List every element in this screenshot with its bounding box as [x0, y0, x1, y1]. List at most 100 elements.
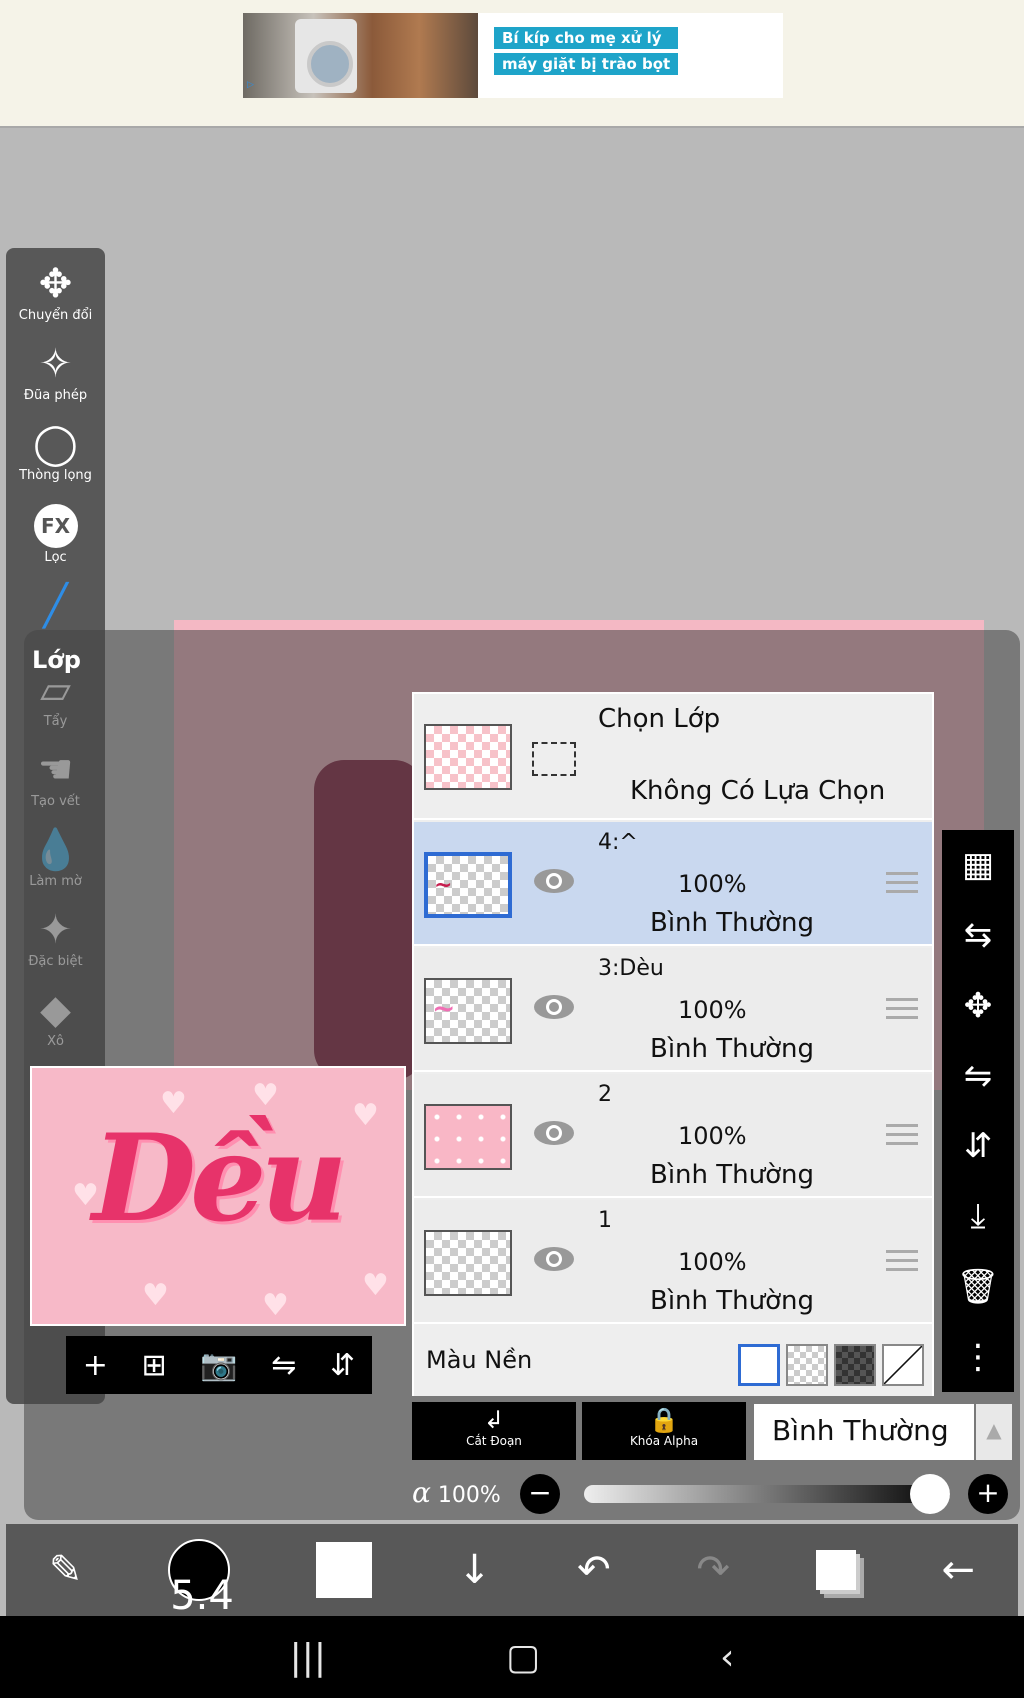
preview-lettering: Dều: [92, 1108, 348, 1249]
tool-label: Lọc: [44, 550, 67, 565]
layer-blend-mode: Bình Thường: [650, 1160, 815, 1190]
drag-handle-icon[interactable]: [886, 872, 918, 899]
selection-title: Chọn Lớp: [598, 704, 721, 734]
undo-icon[interactable]: ↶: [577, 1547, 611, 1593]
blend-mode-select[interactable]: Bình Thường: [754, 1404, 974, 1460]
ad-image: ▷: [243, 13, 478, 98]
alpha-symbol: α: [412, 1476, 431, 1509]
thumb-art: ~: [434, 872, 453, 898]
bg-none-swatch[interactable]: [882, 1344, 924, 1386]
layer-thumbnail: ~: [424, 978, 512, 1044]
alpha-readout: α 100%: [412, 1476, 501, 1509]
layer-row-1[interactable]: 1 100% Bình Thường: [414, 1200, 932, 1324]
ad-text: Bí kíp cho mẹ xử lý máy giặt bị trào bọt: [478, 13, 679, 98]
tool-transform[interactable]: ✥ Chuyển đổi: [6, 262, 105, 323]
background-color-row: Màu Nền: [414, 1328, 932, 1396]
layer-name: 4:^: [598, 830, 638, 855]
clipping-button[interactable]: ↲ Cắt Đoạn: [412, 1402, 576, 1460]
visibility-eye-icon[interactable]: [532, 992, 576, 1022]
swap-layer-icon[interactable]: ⇆: [964, 915, 993, 955]
chevron-up-icon[interactable]: ▲: [976, 1404, 1012, 1460]
alpha-lock-label: Khóa Alpha: [629, 1434, 699, 1448]
system-navigation-bar: ||| ▢ ‹: [0, 1616, 1024, 1698]
lock-icon: 🔒: [649, 1406, 679, 1434]
brush-icon: ╱: [43, 583, 68, 629]
clip-label: Cắt Đoạn: [466, 1434, 522, 1448]
color-swatch[interactable]: [316, 1542, 372, 1598]
layer-thumbnail: ~: [424, 852, 512, 918]
opacity-slider[interactable]: [584, 1485, 950, 1503]
tool-brush[interactable]: ╱: [6, 584, 105, 628]
home-icon[interactable]: ▢: [506, 1637, 540, 1678]
bottom-toolbar: ✎ 5.4 ↓ ↶ ↷ 4 ←: [6, 1524, 1018, 1619]
flip-horizontal-icon[interactable]: ⇋: [964, 1056, 993, 1096]
camera-icon[interactable]: 📷: [200, 1348, 237, 1383]
more-options-icon[interactable]: ⋮: [961, 1337, 995, 1377]
visibility-eye-icon[interactable]: [532, 1244, 576, 1274]
transparency-icon[interactable]: ▦: [962, 845, 994, 885]
download-arrow-icon[interactable]: ↓: [458, 1547, 492, 1593]
alpha-lock-button[interactable]: 🔒 Khóa Alpha: [582, 1402, 746, 1460]
selection-layer-row[interactable]: Chọn Lớp Không Có Lựa Chọn: [414, 694, 932, 820]
lasso-icon: ◯: [33, 421, 78, 467]
drag-handle-icon[interactable]: [886, 998, 918, 1025]
ad-area: ▷ Bí kíp cho mẹ xử lý máy giặt bị trào b…: [0, 0, 1024, 128]
opacity-increase-button[interactable]: +: [968, 1474, 1008, 1514]
move-layer-icon[interactable]: ✥: [964, 986, 993, 1026]
flip-vertical-icon[interactable]: ⇵: [330, 1348, 355, 1383]
layer-opacity: 100%: [678, 1248, 747, 1276]
layer-row-4[interactable]: ~ 4:^ 100% Bình Thường: [414, 822, 932, 946]
add-layer-box-icon[interactable]: ⊞: [142, 1348, 167, 1383]
drag-handle-icon[interactable]: [886, 1124, 918, 1151]
heart-decoration: ♥: [262, 1288, 289, 1323]
visibility-eye-icon[interactable]: [532, 1118, 576, 1148]
tool-label: Đũa phép: [23, 388, 88, 403]
layer-blend-mode: Bình Thường: [650, 908, 815, 938]
layer-row-3[interactable]: ~ 3:Dèu 100% Bình Thường: [414, 948, 932, 1072]
layer-panel-heading: Lớp: [32, 646, 81, 674]
tool-lasso[interactable]: ◯ Thòng lọng: [6, 422, 105, 483]
drag-handle-icon[interactable]: [886, 1250, 918, 1277]
heart-decoration: ♥: [142, 1278, 169, 1313]
back-icon[interactable]: ‹: [720, 1637, 734, 1678]
heart-decoration: ♥: [352, 1098, 379, 1133]
play-icon: ▷: [247, 80, 254, 90]
magic-wand-icon: ✧: [38, 341, 73, 387]
selection-thumbnail: [424, 724, 512, 790]
layer-name: 3:Dèu: [598, 956, 664, 981]
bg-white-swatch[interactable]: [738, 1344, 780, 1386]
heart-decoration: ♥: [362, 1268, 389, 1303]
opacity-slider-handle[interactable]: [910, 1474, 950, 1514]
trash-icon[interactable]: 🗑: [956, 1267, 999, 1307]
fx-icon: FX: [33, 504, 78, 548]
flip-horizontal-icon[interactable]: ⇋: [271, 1348, 296, 1383]
recent-apps-icon[interactable]: |||: [290, 1637, 326, 1678]
flip-vertical-icon[interactable]: ⇵: [964, 1126, 993, 1166]
layer-actions-bar: ▦ ⇆ ✥ ⇋ ⇵ ⤓ 🗑 ⋮: [942, 830, 1014, 1392]
layer-name: 2: [598, 1082, 612, 1107]
visibility-eye-icon[interactable]: [532, 866, 576, 896]
background-label: Màu Nền: [426, 1346, 533, 1374]
layer-thumbnail: [424, 1104, 512, 1170]
canvas-preview[interactable]: ♥ ♥ ♥ ♥ ♥ ♥ ♥ Dều: [30, 1066, 406, 1326]
merge-down-icon[interactable]: ⤓: [970, 1196, 985, 1236]
bg-checker-dark-swatch[interactable]: [834, 1344, 876, 1386]
add-layer-icon[interactable]: +: [83, 1348, 108, 1383]
tool-magic-wand[interactable]: ✧ Đũa phép: [6, 342, 105, 403]
layer-blend-mode: Bình Thường: [650, 1034, 815, 1064]
opacity-decrease-button[interactable]: −: [520, 1474, 560, 1514]
layer-list-panel: Chọn Lớp Không Có Lựa Chọn ~ 4:^ 100% Bì…: [412, 692, 934, 1396]
layer-row-2[interactable]: 2 100% Bình Thường: [414, 1074, 932, 1198]
bg-checker-light-swatch[interactable]: [786, 1344, 828, 1386]
redo-icon[interactable]: ↷: [696, 1547, 730, 1593]
brush-size-indicator[interactable]: 5.4: [168, 1539, 234, 1619]
layer-name: 1: [598, 1208, 612, 1233]
back-arrow-icon[interactable]: ←: [942, 1547, 976, 1593]
ad-banner[interactable]: ▷ Bí kíp cho mẹ xử lý máy giặt bị trào b…: [243, 13, 783, 98]
layers-button[interactable]: 4: [815, 1549, 856, 1590]
layer-thumbnail: [424, 1230, 512, 1296]
tool-filter[interactable]: FX Lọc: [6, 504, 105, 565]
layer-opacity: 100%: [678, 996, 747, 1024]
tool-label: Thòng lọng: [19, 468, 92, 483]
tool-switch-icon[interactable]: ✎: [49, 1547, 83, 1593]
